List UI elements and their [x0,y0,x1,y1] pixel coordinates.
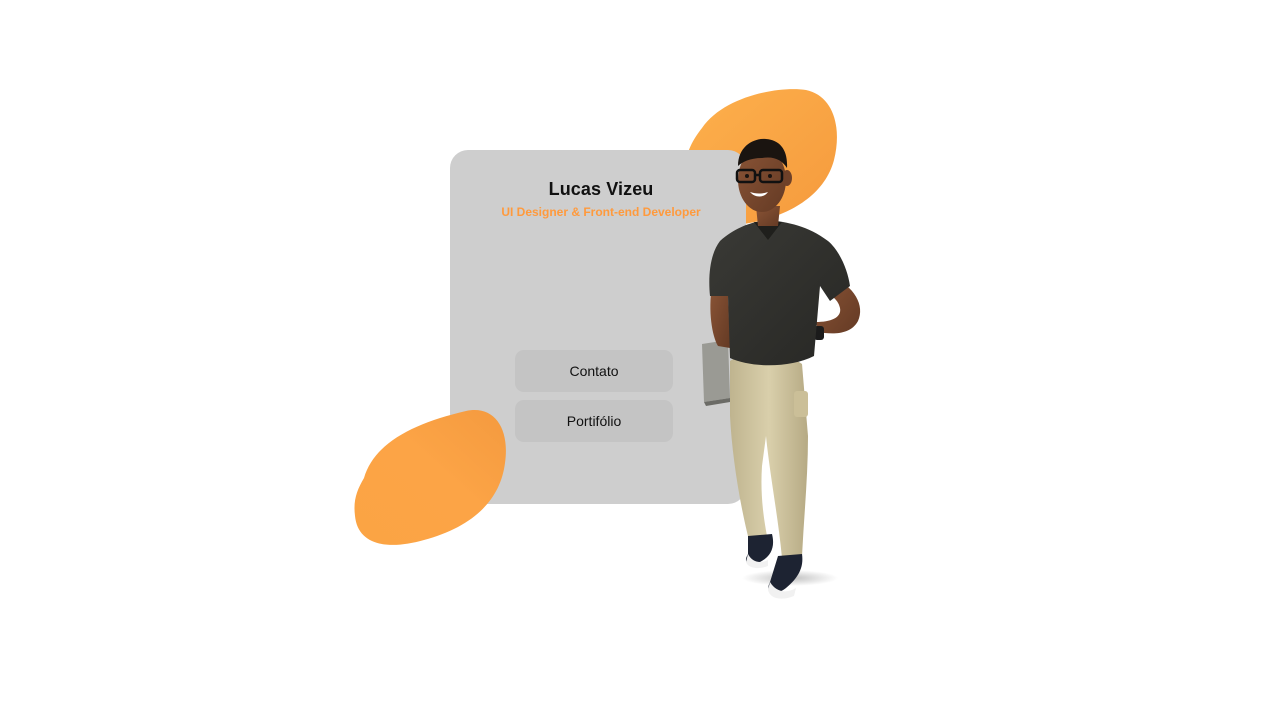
portfolio-button[interactable]: Portifólio [515,400,673,442]
decorative-blob-bottom [354,410,506,545]
contact-button[interactable]: Contato [515,350,673,392]
person-3d-illustration [702,138,861,599]
page: Lucas Vizeu UI Designer & Front-end Deve… [0,0,1280,720]
